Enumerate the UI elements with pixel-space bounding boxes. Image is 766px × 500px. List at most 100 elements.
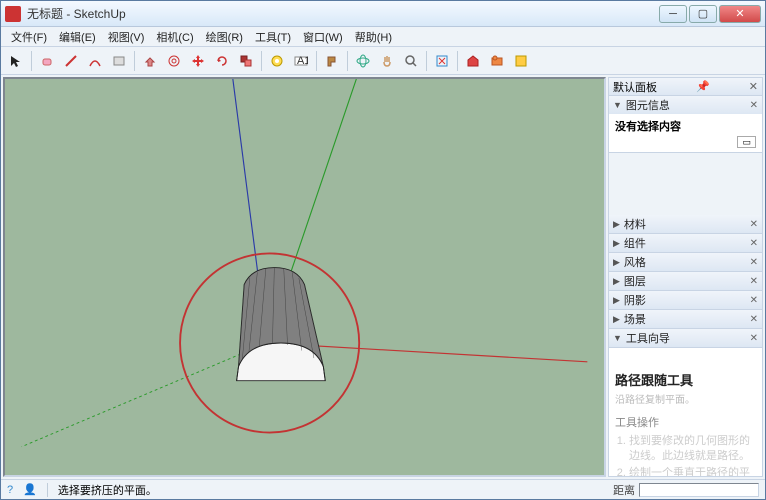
chevron-down-icon: ▼	[613, 100, 622, 110]
zoom-tool-icon[interactable]	[400, 50, 422, 72]
move-tool-icon[interactable]	[187, 50, 209, 72]
panel-title: 组件	[624, 235, 746, 251]
app-window: 无标题 - SketchUp ─ ▢ ✕ 文件(F) 编辑(E) 视图(V) 相…	[0, 0, 766, 500]
panel-header-layers[interactable]: ▶图层✕	[609, 272, 762, 290]
tape-tool-icon[interactable]	[266, 50, 288, 72]
titlebar[interactable]: 无标题 - SketchUp ─ ▢ ✕	[1, 1, 765, 27]
menu-view[interactable]: 视图(V)	[102, 27, 151, 47]
menubar: 文件(F) 编辑(E) 视图(V) 相机(C) 绘图(R) 工具(T) 窗口(W…	[1, 27, 765, 47]
shape-tool-icon[interactable]	[108, 50, 130, 72]
arc-tool-icon[interactable]	[84, 50, 106, 72]
panel-close-icon[interactable]: ✕	[750, 314, 758, 325]
tray-pin-icon[interactable]: 📌	[696, 80, 710, 93]
client-area: 默认面板 📌 ✕ ▼ 图元信息 ✕ 没有选择内容 ▭ ▶ 材料 ✕ ▶ 组件 ✕ ▶ 风格…	[1, 75, 765, 479]
help-icon[interactable]: ?	[7, 484, 13, 496]
tray-title: 默认面板	[613, 79, 657, 95]
panel-header-materials[interactable]: ▶材料✕	[609, 215, 762, 233]
panel-entity-info: ▼ 图元信息 ✕ 没有选择内容 ▭	[609, 96, 762, 153]
axis-green-neg	[22, 343, 267, 447]
panel-header-styles[interactable]: ▶ 风格 ✕	[609, 253, 762, 271]
window-title: 无标题 - SketchUp	[27, 5, 659, 22]
separator	[316, 51, 317, 71]
rotate-tool-icon[interactable]	[211, 50, 233, 72]
select-tool-icon[interactable]	[5, 50, 27, 72]
menu-file[interactable]: 文件(F)	[5, 27, 53, 47]
list-item: 找到要修改的几何图形的边线。此边线就是路径。	[629, 434, 756, 465]
entity-info-body: 没有选择内容 ▭	[609, 114, 762, 152]
chevron-right-icon: ▶	[613, 238, 620, 249]
eraser-tool-icon[interactable]	[36, 50, 58, 72]
list-item: 绘制一个垂直于路径的平面。	[629, 466, 756, 476]
chevron-right-icon: ▶	[613, 295, 620, 306]
panel-title: 图元信息	[626, 97, 746, 113]
panel-close-icon[interactable]: ✕	[750, 295, 758, 306]
panel-title: 材料	[624, 216, 746, 232]
panel-close-icon[interactable]: ✕	[750, 219, 758, 230]
extension-icon[interactable]	[486, 50, 508, 72]
measurement-value[interactable]	[639, 483, 759, 497]
tray-close-icon[interactable]: ✕	[749, 80, 758, 93]
minimize-button[interactable]: ─	[659, 5, 687, 23]
zoom-extents-icon[interactable]	[431, 50, 453, 72]
extruded-shape	[237, 268, 326, 381]
panel-close-icon[interactable]: ✕	[750, 276, 758, 287]
instructor-section: 工具操作	[615, 414, 756, 430]
scale-tool-icon[interactable]	[235, 50, 257, 72]
layout-icon[interactable]	[510, 50, 532, 72]
viewport-3d[interactable]	[3, 77, 606, 477]
paint-tool-icon[interactable]	[321, 50, 343, 72]
menu-window[interactable]: 窗口(W)	[297, 27, 349, 47]
tray-header[interactable]: 默认面板 📌 ✕	[609, 78, 762, 96]
separator	[457, 51, 458, 71]
menu-camera[interactable]: 相机(C)	[150, 27, 199, 47]
separator	[347, 51, 348, 71]
separator	[426, 51, 427, 71]
separator	[47, 483, 48, 497]
pan-tool-icon[interactable]	[376, 50, 398, 72]
measurement-field: 距离	[613, 482, 759, 498]
panel-header-scenes[interactable]: ▶场景✕	[609, 310, 762, 328]
warehouse-icon[interactable]	[462, 50, 484, 72]
orbit-tool-icon[interactable]	[352, 50, 374, 72]
side-tray: 默认面板 📌 ✕ ▼ 图元信息 ✕ 没有选择内容 ▭ ▶ 材料 ✕ ▶ 组件 ✕ ▶ 风格…	[608, 77, 763, 477]
svg-text:A1: A1	[297, 55, 308, 67]
separator	[31, 51, 32, 71]
measurement-label: 距离	[613, 482, 635, 498]
app-icon	[5, 6, 21, 22]
user-icon[interactable]: 👤	[23, 483, 37, 496]
panel-title: 阴影	[624, 292, 746, 308]
text-tool-icon[interactable]: A1	[290, 50, 312, 72]
panel-close-icon[interactable]: ✕	[750, 100, 758, 111]
line-tool-icon[interactable]	[60, 50, 82, 72]
entity-detail-icon[interactable]: ▭	[737, 136, 756, 148]
scene-svg	[5, 79, 604, 475]
window-controls: ─ ▢ ✕	[659, 5, 761, 23]
toolbar: A1	[1, 47, 765, 75]
panel-header-components[interactable]: ▶ 组件 ✕	[609, 234, 762, 252]
tray-spacer	[609, 153, 762, 215]
close-button[interactable]: ✕	[719, 5, 761, 23]
maximize-button[interactable]: ▢	[689, 5, 717, 23]
menu-help[interactable]: 帮助(H)	[349, 27, 398, 47]
pushpull-tool-icon[interactable]	[139, 50, 161, 72]
panel-header-instructor[interactable]: ▼ 工具向导 ✕	[609, 329, 762, 347]
panel-title: 工具向导	[626, 330, 746, 346]
offset-tool-icon[interactable]	[163, 50, 185, 72]
menu-draw[interactable]: 绘图(R)	[200, 27, 249, 47]
panel-title: 图层	[624, 273, 746, 289]
status-hint: 选择要挤压的平面。	[58, 482, 603, 498]
panel-header-shadows[interactable]: ▶ 阴影 ✕	[609, 291, 762, 309]
instructor-subtitle: 沿路径复制平面。	[615, 391, 756, 406]
panel-close-icon[interactable]: ✕	[750, 238, 758, 249]
chevron-down-icon: ▼	[613, 333, 622, 343]
menu-edit[interactable]: 编辑(E)	[53, 27, 102, 47]
chevron-right-icon: ▶	[613, 257, 620, 268]
panel-header-entity[interactable]: ▼ 图元信息 ✕	[609, 96, 762, 114]
panel-title: 风格	[624, 254, 746, 270]
panel-close-icon[interactable]: ✕	[750, 257, 758, 268]
menu-tools[interactable]: 工具(T)	[249, 27, 297, 47]
separator	[134, 51, 135, 71]
panel-close-icon[interactable]: ✕	[750, 333, 758, 344]
statusbar: ? 👤 选择要挤压的平面。 距离	[1, 479, 765, 499]
instructor-steps: 找到要修改的几何图形的边线。此边线就是路径。 绘制一个垂直于路径的平面。 点击“…	[615, 434, 756, 476]
